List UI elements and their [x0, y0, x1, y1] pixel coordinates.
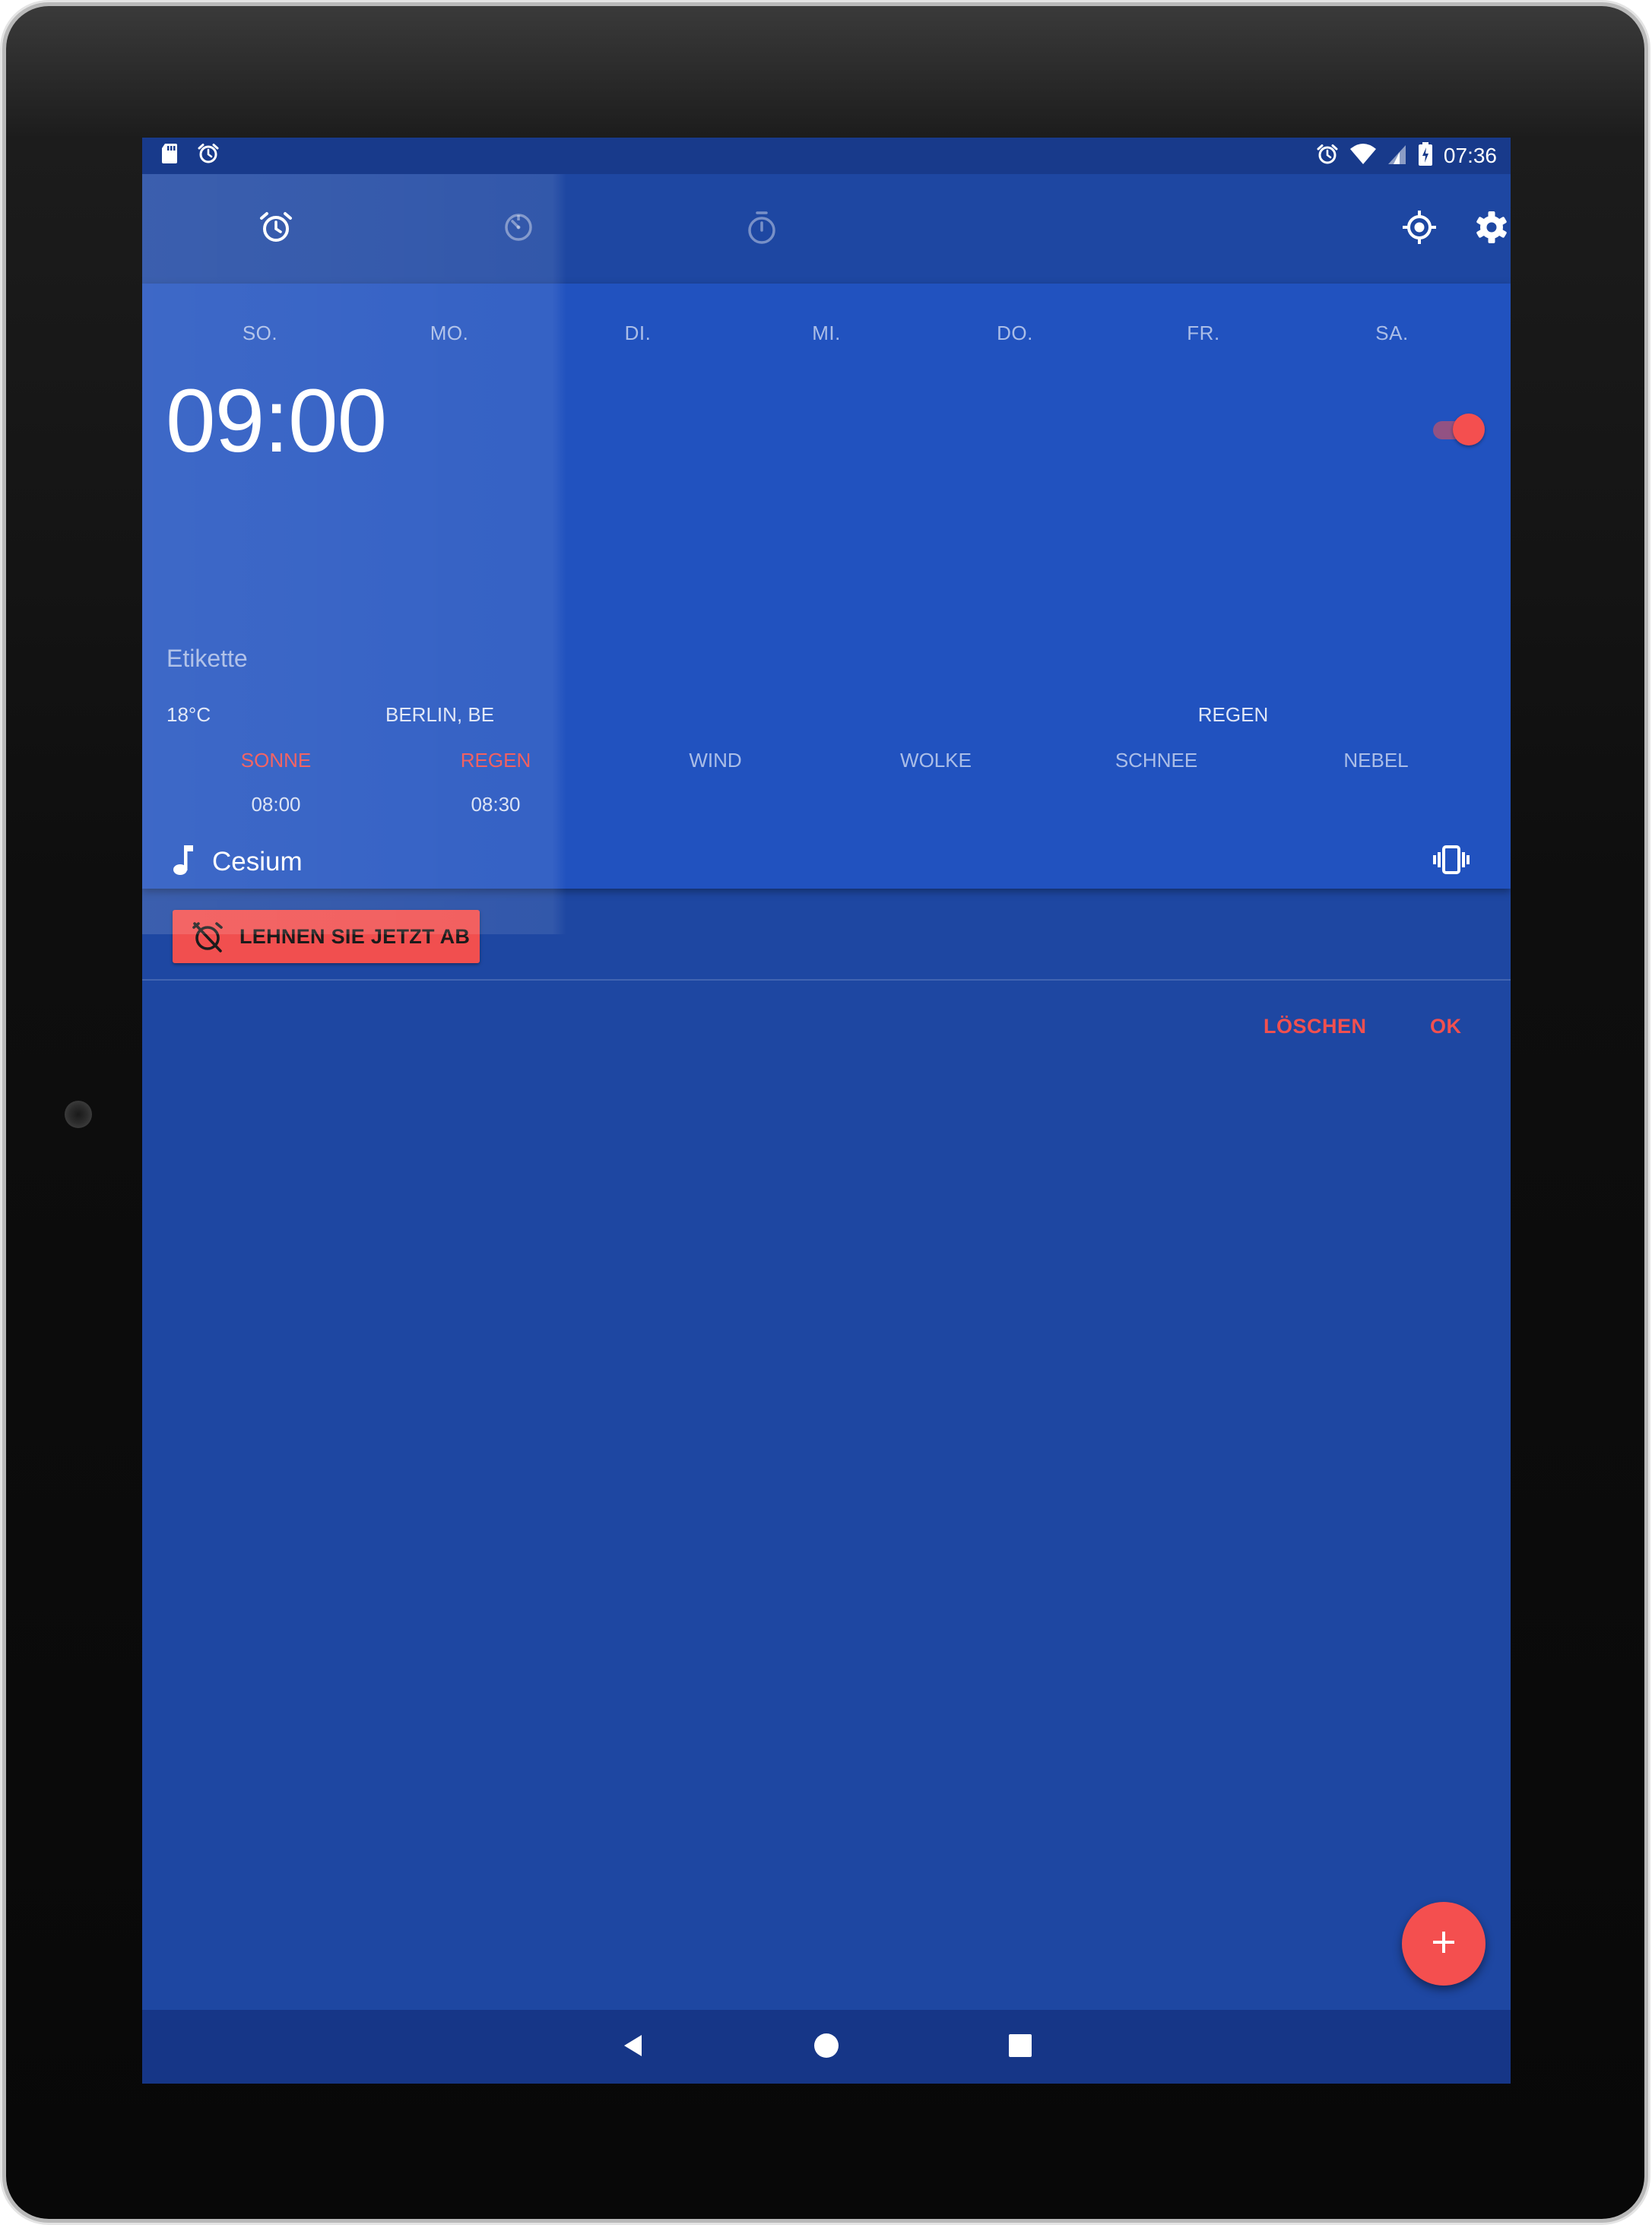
weather-time-sonne[interactable]: 08:00 [200, 793, 352, 816]
ringtone-selector[interactable]: Cesium [173, 843, 303, 880]
home-button[interactable] [800, 2021, 853, 2074]
weather-time-regen[interactable]: 08:30 [420, 793, 572, 816]
day-friday[interactable]: FR. [1150, 322, 1257, 345]
weather-option-nebel[interactable]: NEBEL [1292, 749, 1460, 772]
alarm-card: SO. MO. DI. MI. DO. FR. SA. 09:00 Etiket… [142, 284, 1511, 1038]
alarm-clock-icon [258, 209, 294, 249]
recents-button[interactable] [994, 2021, 1047, 2074]
weather-option-wolke[interactable]: WOLKE [852, 749, 1019, 772]
front-camera [65, 1101, 92, 1128]
settings-button[interactable] [1460, 197, 1511, 261]
ringtone-name: Cesium [212, 846, 303, 876]
alarm-off-icon [191, 920, 224, 953]
status-time: 07:36 [1443, 144, 1497, 167]
tab-alarm[interactable] [244, 197, 308, 261]
vibrate-toggle[interactable] [1427, 837, 1476, 886]
back-icon [620, 2033, 646, 2062]
weather-option-regen[interactable]: REGEN [412, 749, 579, 772]
day-sunday[interactable]: SO. [207, 322, 313, 345]
recents-icon [1008, 2033, 1032, 2062]
weather-temperature: 18°C [166, 703, 211, 726]
delete-button[interactable]: LÖSCHEN [1264, 1015, 1367, 1038]
my-location-icon [1400, 208, 1438, 250]
vibrate-icon [1432, 845, 1470, 879]
status-bar: 07:36 [142, 138, 1511, 174]
alarm-time[interactable]: 09:00 [166, 376, 387, 466]
sd-card-icon [160, 142, 179, 169]
wifi-icon [1349, 143, 1377, 170]
alarm-label-field[interactable]: Etikette [166, 645, 248, 673]
day-wednesday[interactable]: MI. [773, 322, 880, 345]
toggle-thumb [1453, 414, 1485, 445]
nav-bar [142, 2010, 1511, 2084]
alarm-icon [197, 142, 220, 169]
weather-option-wind[interactable]: WIND [632, 749, 799, 772]
back-button[interactable] [607, 2021, 660, 2074]
timer-icon [502, 211, 535, 248]
weather-condition: REGEN [1197, 703, 1269, 726]
dismiss-now-button[interactable]: LEHNEN SIE JETZT AB [173, 910, 480, 963]
day-saturday[interactable]: SA. [1339, 322, 1445, 345]
tab-stopwatch[interactable] [730, 197, 794, 261]
ok-button[interactable]: OK [1430, 1015, 1462, 1038]
my-location-button[interactable] [1387, 197, 1451, 261]
tab-timer[interactable] [487, 197, 550, 261]
settings-gear-icon [1473, 209, 1510, 249]
screen: 07:36 SO. MO. DI. MI. DO. FR. SA. 09:00 … [142, 138, 1511, 2084]
stopwatch-icon [745, 209, 778, 249]
home-icon [813, 2032, 840, 2063]
app-bar [142, 174, 1511, 284]
weather-location[interactable]: BERLIN, BE [385, 703, 494, 727]
cell-signal-icon [1387, 143, 1407, 170]
weather-option-schnee[interactable]: SCHNEE [1073, 749, 1240, 772]
card-divider [142, 979, 1511, 981]
alarm-icon [1316, 143, 1339, 170]
day-thursday[interactable]: DO. [962, 322, 1068, 345]
weather-option-sonne[interactable]: SONNE [192, 749, 360, 772]
music-note-icon [173, 843, 195, 880]
add-alarm-button[interactable] [1402, 1902, 1486, 1986]
day-tuesday[interactable]: DI. [585, 322, 691, 345]
battery-charging-icon [1418, 141, 1433, 170]
dismiss-now-label: LEHNEN SIE JETZT AB [239, 924, 471, 948]
alarm-enabled-toggle[interactable] [1430, 412, 1485, 445]
day-monday[interactable]: MO. [396, 322, 503, 345]
add-icon [1431, 1929, 1457, 1959]
